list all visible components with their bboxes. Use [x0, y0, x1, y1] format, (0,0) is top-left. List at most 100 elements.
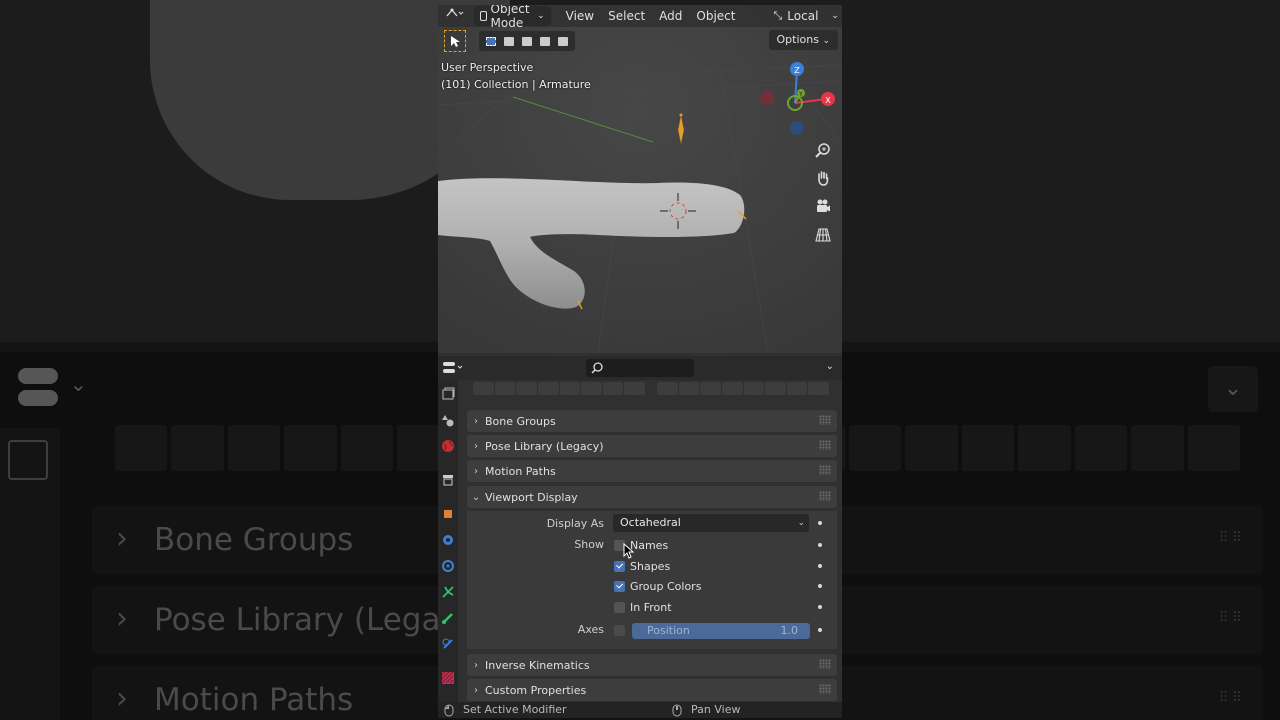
- select-new-icon[interactable]: [483, 33, 499, 49]
- blurred-editor-type-icon: [18, 368, 62, 408]
- camera-view-button[interactable]: [811, 194, 835, 218]
- select-subtract-icon[interactable]: [519, 33, 535, 49]
- panel-title: Viewport Display: [485, 490, 578, 504]
- panel-title: Motion Paths: [485, 464, 556, 478]
- menu-object[interactable]: Object: [689, 5, 742, 27]
- chevron-right-icon: ›: [474, 415, 478, 427]
- armature-icon: [442, 586, 454, 598]
- status-right-hint: Pan View: [691, 703, 741, 716]
- grip-icon[interactable]: [819, 659, 831, 669]
- 3d-viewport[interactable]: Z X Y Object Mode ⌄ View Select Add Obje…: [438, 5, 842, 353]
- blurred-panel-label: Motion Paths: [154, 682, 354, 718]
- world-icon: [442, 440, 454, 452]
- search-icon: [591, 362, 603, 374]
- mode-dropdown[interactable]: Object Mode ⌄: [474, 5, 551, 30]
- panel-custom-properties[interactable]: › Custom Properties: [467, 679, 837, 701]
- texture-icon: [441, 671, 454, 684]
- orientation-dropdown[interactable]: ⤡ Local ⌄: [766, 5, 842, 27]
- chevron-down-icon[interactable]: ⌄: [826, 361, 834, 372]
- viewport-scene: Z X Y: [438, 5, 842, 353]
- panel-bone-groups[interactable]: › Bone Groups: [467, 410, 837, 432]
- panel-title: Custom Properties: [485, 683, 587, 697]
- layer-buttons-grid: [473, 382, 829, 395]
- tab-physics[interactable]: [440, 558, 456, 574]
- blurred-grip-icon: ⠿⠿: [1218, 610, 1245, 626]
- chevron-right-icon: ›: [474, 684, 478, 696]
- menu-view[interactable]: View: [559, 5, 601, 27]
- select-intersect-icon[interactable]: [555, 33, 571, 49]
- checkbox-checked-icon: [614, 580, 625, 592]
- zoom-button[interactable]: [811, 138, 835, 162]
- panel-inverse-kinematics[interactable]: › Inverse Kinematics: [467, 654, 837, 676]
- tab-render-output[interactable]: [440, 386, 456, 402]
- show-label: Show: [574, 538, 604, 551]
- keyframe-dot-icon[interactable]: [818, 628, 822, 632]
- status-bar: Set Active Modifier Pan View: [438, 702, 842, 718]
- blurred-panel-label: Bone Groups: [154, 522, 354, 558]
- collection-label: (101) Collection | Armature: [441, 78, 591, 91]
- pan-button[interactable]: [811, 166, 835, 190]
- grip-icon[interactable]: [819, 491, 831, 501]
- tab-bone[interactable]: [440, 610, 456, 626]
- panel-title: Bone Groups: [485, 414, 556, 428]
- checkbox-label: Group Colors: [630, 579, 702, 593]
- axes-checkbox[interactable]: [614, 622, 625, 638]
- checkbox-icon: [614, 624, 625, 636]
- panel-viewport-display[interactable]: ⌄ Viewport Display: [467, 486, 837, 508]
- show-shapes-checkbox[interactable]: Shapes: [614, 558, 670, 574]
- keyframe-dot-icon[interactable]: [818, 584, 822, 588]
- select-invert-icon[interactable]: [537, 33, 553, 49]
- object-icon: [444, 510, 452, 518]
- properties-tabs: [438, 380, 458, 702]
- tab-object[interactable]: [440, 506, 456, 522]
- property-search-field[interactable]: [586, 359, 694, 377]
- chevron-down-icon: ⌄: [831, 11, 839, 21]
- display-as-dropdown[interactable]: Octahedral ⌄: [613, 514, 809, 532]
- show-in-front-checkbox[interactable]: In Front: [614, 599, 672, 615]
- axes-position-slider[interactable]: Position 1.0: [632, 623, 810, 639]
- select-tool-button[interactable]: [444, 30, 466, 52]
- slider-value: 1.0: [780, 624, 799, 637]
- keyframe-dot-icon[interactable]: [818, 605, 822, 609]
- transform-orientation-icon: ⤡: [773, 9, 783, 22]
- mouse-pointer-icon: [623, 543, 635, 559]
- perspective-toggle-button[interactable]: [811, 223, 835, 247]
- tool-row: [444, 30, 575, 52]
- editor-type-button[interactable]: [438, 5, 472, 27]
- cursor-arrow-icon: [451, 36, 460, 47]
- bone-icon: [442, 613, 453, 624]
- checkbox-checked-icon: [614, 560, 625, 572]
- chevron-down-icon: ⌄: [797, 518, 805, 528]
- chevron-right-icon: ›: [474, 659, 478, 671]
- tab-modifiers[interactable]: [440, 532, 456, 548]
- scene-icon: [442, 415, 454, 427]
- display-as-value: Octahedral: [620, 516, 681, 529]
- menu-select[interactable]: Select: [601, 5, 652, 27]
- tab-bone-constraints[interactable]: [440, 636, 456, 652]
- options-dropdown[interactable]: Options ⌄: [768, 30, 838, 50]
- grip-icon[interactable]: [819, 465, 831, 475]
- select-extend-icon[interactable]: [501, 33, 517, 49]
- grip-icon[interactable]: [819, 684, 831, 694]
- editor-type-button[interactable]: [442, 360, 466, 380]
- orientation-label: Local: [787, 9, 819, 23]
- menu-add[interactable]: Add: [652, 5, 689, 27]
- tab-armature-data[interactable]: [440, 584, 456, 600]
- checkbox-label: Names: [630, 538, 669, 552]
- show-group-colors-checkbox[interactable]: Group Colors: [614, 578, 701, 594]
- tab-collection[interactable]: [440, 472, 456, 488]
- keyframe-dot-icon[interactable]: [818, 543, 822, 547]
- grip-icon[interactable]: [819, 415, 831, 425]
- tab-scene[interactable]: [440, 412, 456, 428]
- keyframe-dot-icon[interactable]: [818, 521, 822, 525]
- options-label: Options: [776, 33, 819, 46]
- keyframe-dot-icon[interactable]: [818, 564, 822, 568]
- grip-icon[interactable]: [819, 440, 831, 450]
- blurred-grip-icon: ⠿⠿: [1218, 690, 1245, 706]
- panel-pose-library[interactable]: › Pose Library (Legacy): [467, 435, 837, 457]
- tab-world[interactable]: [440, 438, 456, 454]
- tab-texture[interactable]: [440, 670, 456, 686]
- display-as-label: Display As: [546, 517, 604, 530]
- panel-motion-paths[interactable]: › Motion Paths: [467, 460, 837, 482]
- chevron-down-icon: ⌄: [822, 36, 830, 46]
